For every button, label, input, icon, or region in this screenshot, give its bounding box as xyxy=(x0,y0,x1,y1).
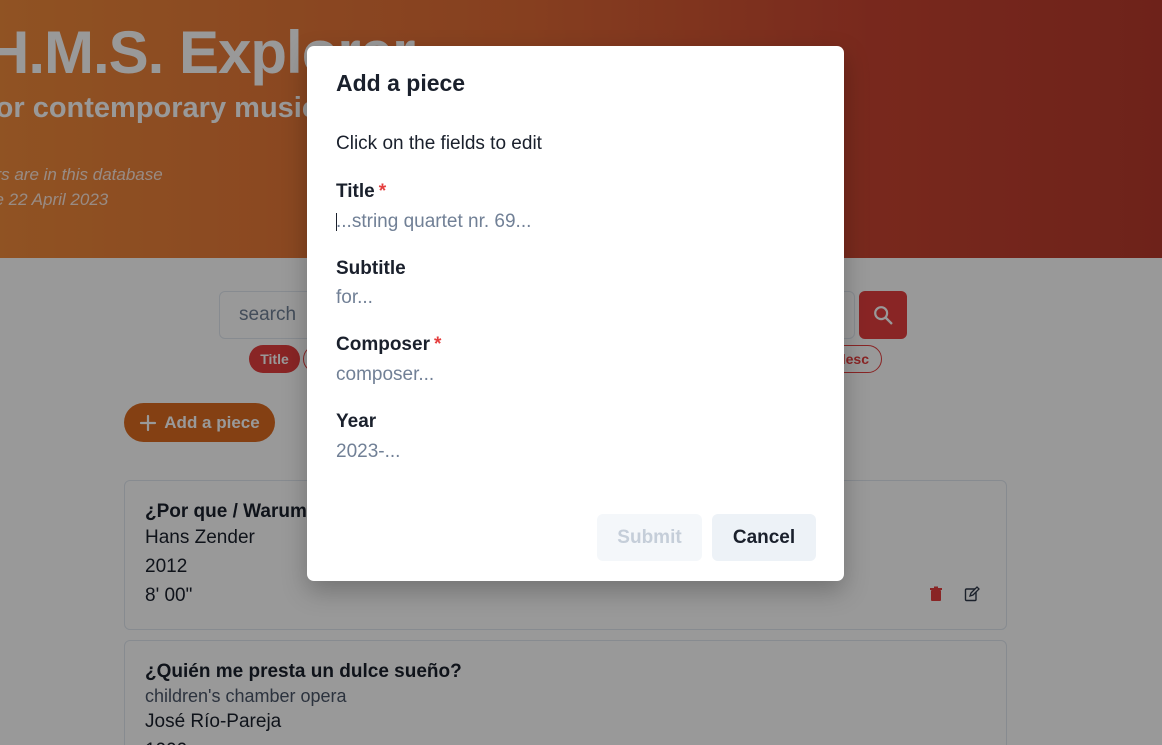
subtitle-field-label: Subtitle xyxy=(336,258,406,279)
text-cursor xyxy=(336,213,337,231)
title-label-text: Title xyxy=(336,181,375,202)
submit-button[interactable]: Submit xyxy=(597,514,702,561)
composer-label-text: Composer xyxy=(336,334,430,355)
cancel-button[interactable]: Cancel xyxy=(712,514,816,561)
year-input[interactable] xyxy=(336,439,806,465)
add-piece-dialog: Add a piece Click on the fields to edit … xyxy=(307,46,844,581)
required-marker: * xyxy=(433,334,442,355)
subtitle-input[interactable] xyxy=(336,285,806,311)
title-input[interactable] xyxy=(336,209,806,235)
composer-input[interactable] xyxy=(336,362,806,388)
dialog-hint: Click on the fields to edit xyxy=(336,133,542,154)
year-field-label: Year xyxy=(336,411,377,432)
composer-field-label: Composer * xyxy=(336,334,441,356)
title-field-label: Title * xyxy=(336,181,386,203)
dialog-title: Add a piece xyxy=(336,70,466,96)
required-marker: * xyxy=(378,181,387,202)
